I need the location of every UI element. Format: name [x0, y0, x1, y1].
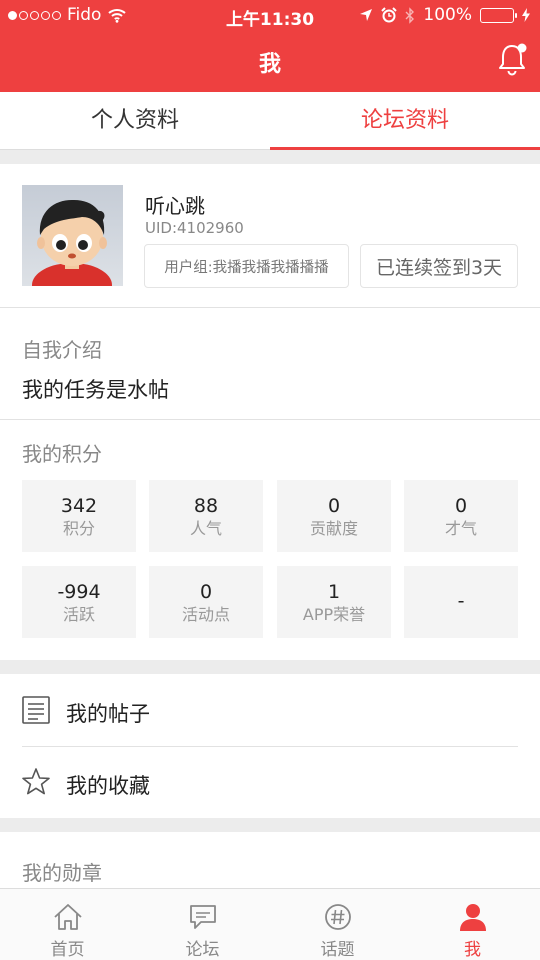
- my-favorites-label: 我的收藏: [66, 774, 150, 798]
- page-title: 我: [258, 52, 281, 77]
- app-honor-value: 1: [327, 581, 341, 603]
- person-icon: [459, 904, 486, 931]
- star-icon: [22, 768, 50, 795]
- self-intro-text: 我的任务是水帖: [22, 378, 169, 402]
- points-label-text: 积分: [62, 519, 95, 538]
- tabbar-item-topics[interactable]: 话题: [270, 889, 405, 960]
- section-divider: [0, 818, 540, 832]
- app-honor-label: APP荣誉: [302, 605, 366, 624]
- my-posts-row[interactable]: 我的帖子: [0, 674, 540, 746]
- contribution-value: 0: [327, 495, 341, 517]
- document-icon: [22, 696, 50, 724]
- tabbar-topics-label: 话题: [320, 940, 355, 960]
- tab-personal-info[interactable]: 个人资料: [0, 92, 270, 149]
- contribution-cell: 0 贡献度: [277, 480, 391, 552]
- bluetooth-icon: [405, 6, 415, 24]
- talent-cell: 0 才气: [404, 480, 518, 552]
- user-group-badge: 用户组:我播我播我播播播: [144, 244, 349, 288]
- popularity-cell: 88 人气: [149, 480, 263, 552]
- empty-points-value: -: [457, 590, 465, 612]
- tabbar-item-me[interactable]: 我: [405, 889, 540, 960]
- charging-bolt-icon: [522, 8, 530, 22]
- talent-label: 才气: [444, 519, 477, 538]
- popularity-value: 88: [193, 495, 219, 517]
- section-divider: [0, 150, 540, 164]
- tabbar-item-forum[interactable]: 论坛: [135, 889, 270, 960]
- tab-forum-info[interactable]: 论坛资料: [270, 92, 540, 150]
- battery-percent: 100%: [423, 5, 472, 25]
- avatar[interactable]: [22, 185, 123, 286]
- contribution-label: 贡献度: [309, 519, 358, 538]
- empty-points-cell: -: [404, 566, 518, 638]
- profile-header: 听心跳 UID:4102960 用户组:我播我播我播播播 已连续签到3天: [0, 164, 540, 308]
- self-intro-label: 自我介绍: [22, 338, 102, 362]
- hashtag-icon: [324, 904, 351, 930]
- tabbar-me-label: 我: [464, 940, 481, 960]
- avatar-image: [32, 199, 112, 286]
- bottom-tab-bar: 首页 论坛 话题 我: [0, 888, 540, 960]
- top-bar: Fido 上午11:30 100% 我: [0, 0, 540, 92]
- alarm-icon: [381, 7, 398, 23]
- event-points-value: 0: [199, 581, 213, 603]
- sign-in-streak-badge[interactable]: 已连续签到3天: [360, 244, 518, 288]
- my-favorites-row[interactable]: 我的收藏: [0, 746, 540, 818]
- points-value: 342: [60, 495, 98, 517]
- my-posts-label: 我的帖子: [66, 702, 150, 726]
- bell-icon[interactable]: [496, 42, 528, 76]
- self-intro-section: 自我介绍 我的任务是水帖: [0, 308, 540, 420]
- event-points-label: 活动点: [181, 605, 230, 624]
- activity-value: -994: [57, 581, 101, 603]
- profile-tabs: 个人资料 论坛资料: [0, 92, 540, 150]
- event-points-cell: 0 活动点: [149, 566, 263, 638]
- activity-label: 活跃: [62, 605, 95, 624]
- home-icon: [53, 904, 82, 930]
- tabbar-item-home[interactable]: 首页: [0, 889, 135, 960]
- popularity-label: 人气: [189, 519, 222, 538]
- medals-label: 我的勋章: [22, 861, 102, 885]
- tabbar-home-label: 首页: [50, 940, 85, 960]
- section-divider: [0, 660, 540, 674]
- username: 听心跳: [145, 194, 205, 218]
- location-arrow-icon: [360, 9, 373, 21]
- points-cell: 342 积分: [22, 480, 136, 552]
- activity-cell: -994 活跃: [22, 566, 136, 638]
- battery-icon: [480, 7, 517, 23]
- points-label: 我的积分: [22, 442, 102, 466]
- status-bar: Fido 上午11:30 100%: [0, 0, 540, 30]
- chat-icon: [189, 905, 216, 929]
- talent-value: 0: [454, 495, 468, 517]
- user-id: UID:4102960: [145, 219, 244, 237]
- app-honor-cell: 1 APP荣誉: [277, 566, 391, 638]
- tabbar-forum-label: 论坛: [185, 940, 220, 960]
